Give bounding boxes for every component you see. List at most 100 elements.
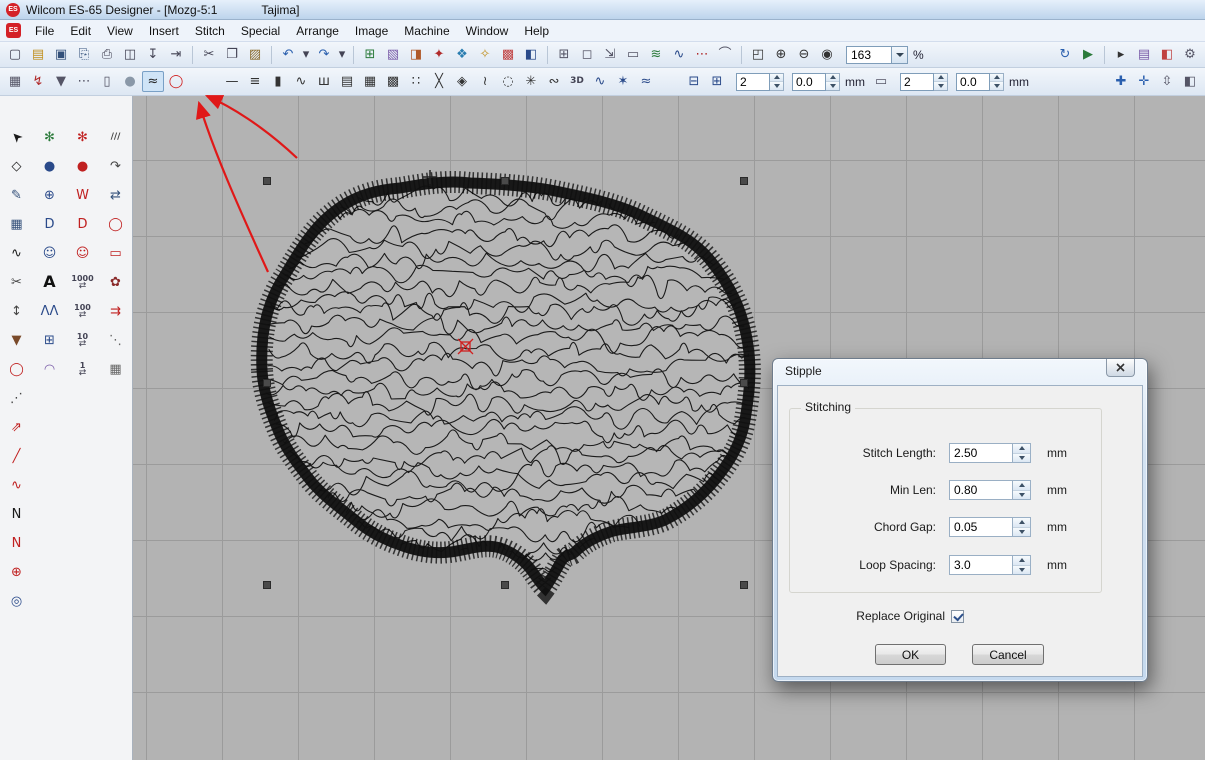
spin-up-icon[interactable] <box>1013 444 1030 454</box>
move-design-icon[interactable]: ✛ <box>1133 71 1155 92</box>
closed-shape-red-tool[interactable]: ● <box>71 155 95 177</box>
closed-shape-blue-tool[interactable]: ● <box>38 155 62 177</box>
single-run-icon[interactable]: — <box>221 71 243 92</box>
stitch-spacing-spinner[interactable] <box>826 73 840 91</box>
menu-edit[interactable]: Edit <box>62 21 99 41</box>
needle-points-icon[interactable]: ⋯ <box>691 44 713 65</box>
spin-down-icon[interactable] <box>1013 528 1030 537</box>
pan-icon[interactable]: ⇳ <box>1156 71 1178 92</box>
photo-stitch-icon[interactable]: ▩ <box>497 44 519 65</box>
buggy-tool[interactable]: ⊞ <box>38 329 62 351</box>
menu-window[interactable]: Window <box>458 21 517 41</box>
menu-file[interactable]: File <box>27 21 62 41</box>
spin-up-icon[interactable] <box>934 74 947 83</box>
cross-stitch-icon[interactable]: ╳ <box>428 71 450 92</box>
menu-insert[interactable]: Insert <box>141 21 187 41</box>
selection-handle[interactable] <box>741 380 748 387</box>
selection-handle[interactable] <box>264 178 271 185</box>
redraw-icon[interactable]: ↻ <box>1054 44 1076 65</box>
polygon-select-tool[interactable]: ◇ <box>5 155 29 177</box>
chord-gap-input[interactable] <box>949 517 1013 537</box>
column-d-tool[interactable]: D <box>38 213 62 235</box>
connectors-icon[interactable]: ⌒ <box>714 44 736 65</box>
e-stitch-icon[interactable]: ш <box>313 71 335 92</box>
auto-digitize-icon[interactable]: ❖ <box>451 44 473 65</box>
florentine-icon[interactable]: ≈ <box>635 71 657 92</box>
run-length-100[interactable]: 100⇄ <box>71 300 95 322</box>
spin-up-icon[interactable] <box>1013 481 1030 491</box>
penetration-tool[interactable]: ⊕ <box>5 561 29 583</box>
spin-down-icon[interactable] <box>826 82 839 90</box>
close-button[interactable] <box>1106 359 1135 377</box>
run-stitch-tool[interactable]: ⋰ <box>5 387 29 409</box>
circle-object-icon[interactable]: ● <box>119 71 141 92</box>
motif-fill-icon[interactable]: ∷ <box>405 71 427 92</box>
spin-down-icon[interactable] <box>1013 566 1030 575</box>
magic-wand-icon[interactable]: ✧ <box>474 44 496 65</box>
fan-tool[interactable]: ◠ <box>38 358 62 380</box>
selection-handle[interactable] <box>741 178 748 185</box>
print-preview-icon[interactable]: ◫ <box>119 44 141 65</box>
stipple-run-icon[interactable]: ≈ <box>142 71 164 92</box>
redo-dropdown-icon[interactable]: ▾ <box>336 44 348 65</box>
undo-icon[interactable]: ↶ <box>277 44 299 65</box>
spin-down-icon[interactable] <box>934 82 947 90</box>
loop-spacing-input[interactable] <box>949 555 1013 575</box>
spin-up-icon[interactable] <box>990 74 1003 83</box>
stitch-length-input[interactable] <box>949 443 1013 463</box>
stitch-length-box[interactable] <box>956 73 1004 91</box>
spin-up-icon[interactable] <box>770 74 783 83</box>
monogram-tool[interactable]: ΛΛ <box>38 300 62 322</box>
spin-down-icon[interactable] <box>990 82 1003 90</box>
design-library-icon[interactable]: ▤ <box>1133 44 1155 65</box>
stitch-spacing-icon[interactable]: ⊟ <box>683 71 705 92</box>
object-notes-icon[interactable]: ▯ <box>96 71 118 92</box>
auto-spacing-input[interactable] <box>736 73 770 91</box>
rectangle-outline-tool[interactable]: ▭ <box>104 242 128 264</box>
satin-icon[interactable]: ▮ <box>267 71 289 92</box>
zoom-combo[interactable] <box>846 46 908 64</box>
overview-window-icon[interactable]: ▭ <box>622 44 644 65</box>
auto-length-box[interactable] <box>900 73 948 91</box>
chord-gap-spinner[interactable] <box>1013 517 1031 537</box>
freehand-red-tool[interactable]: ✻ <box>71 126 95 148</box>
ok-button[interactable]: OK <box>875 644 946 665</box>
spool-tool[interactable]: ▼ <box>5 329 29 351</box>
gradient-tool[interactable]: ⋱ <box>104 329 128 351</box>
loop-spacing-spinner[interactable] <box>1013 555 1031 575</box>
auto-length-input[interactable] <box>900 73 934 91</box>
show-grid-icon[interactable]: ⊞ <box>553 44 575 65</box>
run-length-1000[interactable]: 1000⇄ <box>71 271 95 293</box>
head-red-tool[interactable]: ☺ <box>71 242 95 264</box>
background-fabric-icon[interactable]: ▦ <box>4 71 26 92</box>
stitch-length-spinner[interactable] <box>1013 443 1031 463</box>
show-stitches-icon[interactable]: ≋ <box>645 44 667 65</box>
slow-redraw-icon[interactable]: ▶ <box>1077 44 1099 65</box>
cancel-button[interactable]: Cancel <box>972 644 1044 665</box>
zoom-in-icon[interactable]: ⊕ <box>770 44 792 65</box>
hatch-tool[interactable]: /// <box>104 126 128 148</box>
stitch-spacing-box[interactable] <box>792 73 840 91</box>
triple-run-tool[interactable]: ⇗ <box>5 416 29 438</box>
zoom-dropdown-icon[interactable] <box>892 46 908 64</box>
design-properties-icon[interactable]: ✦ <box>428 44 450 65</box>
selection-handle[interactable] <box>502 178 509 185</box>
pull-comp-icon[interactable]: ▼ <box>50 71 72 92</box>
freehand-draw-tool[interactable]: ✻ <box>38 126 62 148</box>
nudge-icon[interactable]: ✚ <box>1110 71 1132 92</box>
selection-handle[interactable] <box>741 582 748 589</box>
stitch-length-icon[interactable]: ⊞ <box>706 71 728 92</box>
double-arrow-tool[interactable]: ⇉ <box>104 300 128 322</box>
new-design-icon[interactable]: ▢ <box>4 44 26 65</box>
fur-effect-tool[interactable]: ✿ <box>104 271 128 293</box>
ruler-small-icon[interactable]: ▭ <box>870 71 892 92</box>
paste-icon[interactable]: ▨ <box>244 44 266 65</box>
closed-object-tool[interactable]: N <box>5 532 29 554</box>
three-d-icon[interactable]: 3D <box>566 71 588 92</box>
zigzag-tool[interactable]: ∿ <box>5 242 29 264</box>
machine-queue-icon[interactable]: ⇥ <box>165 44 187 65</box>
zoom-fit-icon[interactable]: ◉ <box>816 44 838 65</box>
contour-stitch-icon[interactable]: ≀ <box>474 71 496 92</box>
zoom-input[interactable] <box>846 46 892 64</box>
spin-down-icon[interactable] <box>1013 454 1030 463</box>
